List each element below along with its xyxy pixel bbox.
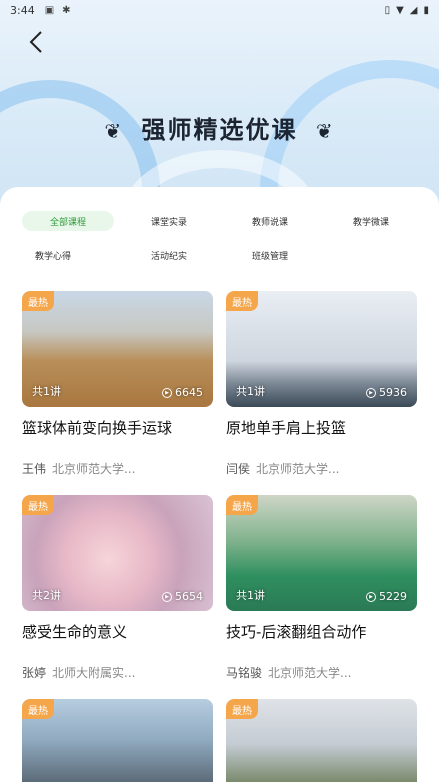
view-count: ▶ 5229	[366, 590, 407, 603]
teacher-info: 王伟 北京师范大学...	[22, 462, 136, 476]
laurel-right-icon: ❦	[315, 119, 335, 143]
tab-all-courses[interactable]: 全部课程	[22, 211, 114, 231]
bug-icon: ✱	[62, 4, 71, 16]
hot-badge: 最热	[22, 291, 54, 311]
course-card[interactable]: 最热 共1讲 ▶ 5936	[226, 291, 417, 407]
play-icon: ▶	[162, 387, 172, 398]
main-content: 全部课程 课堂实录 教师说课 教学微课 教学心得 活动纪实 班级管理	[0, 187, 439, 782]
tab-classroom-record[interactable]: 课堂实录	[123, 211, 215, 231]
back-button[interactable]	[22, 28, 50, 56]
play-icon: ▶	[162, 591, 172, 602]
vibrate-icon: ▯	[384, 4, 391, 16]
lesson-count: 共1讲	[32, 385, 61, 398]
status-time: 3:44	[10, 3, 35, 17]
signal-icon: ◢	[409, 4, 418, 16]
course-title[interactable]: 技巧-后滚翻组合动作	[226, 621, 421, 642]
lesson-count: 共1讲	[236, 385, 265, 398]
course-title[interactable]: 篮球体前变向换手运球	[22, 417, 217, 438]
battery-icon: ▮	[423, 4, 429, 16]
course-card[interactable]: 最热	[22, 699, 213, 782]
play-icon: ▶	[366, 387, 376, 398]
teacher-info: 闫侯 北京师范大学...	[226, 462, 340, 476]
course-card[interactable]: 最热	[226, 699, 417, 782]
tab-teacher-lecture[interactable]: 教师说课	[224, 211, 316, 231]
teacher-info: 张婷 北师大附属实...	[22, 666, 136, 680]
hot-badge: 最热	[226, 699, 258, 719]
wifi-icon: ▼	[396, 4, 404, 16]
tab-teaching-notes[interactable]: 教学心得	[7, 245, 99, 265]
view-count: ▶ 6645	[162, 386, 203, 399]
hot-badge: 最热	[226, 291, 258, 311]
status-bar: 3:44 ▣ ✱ ▯ ▼ ◢ ▮	[0, 0, 439, 20]
tab-activity-record[interactable]: 活动纪实	[123, 245, 215, 265]
hot-badge: 最热	[226, 495, 258, 515]
laurel-left-icon: ❦	[104, 119, 124, 143]
course-card[interactable]: 最热 共1讲 ▶ 5229	[226, 495, 417, 611]
teacher-info: 马铭骏 北京师范大学...	[226, 666, 352, 680]
hero-banner: 3:44 ▣ ✱ ▯ ▼ ◢ ▮ ❦ 强师精选优课 ❦	[0, 0, 439, 215]
page-title: 强师精选优课	[141, 116, 298, 144]
page-title-row: ❦ 强师精选优课 ❦	[0, 110, 439, 145]
course-title[interactable]: 感受生命的意义	[22, 621, 217, 642]
hot-badge: 最热	[22, 495, 54, 515]
tab-micro-lesson[interactable]: 教学微课	[325, 211, 417, 231]
play-icon: ▶	[366, 591, 376, 602]
tab-class-management[interactable]: 班级管理	[224, 245, 316, 265]
back-arrow-icon	[29, 31, 42, 53]
hot-badge: 最热	[22, 699, 54, 719]
lesson-count: 共1讲	[236, 589, 265, 602]
view-count: ▶ 5936	[366, 386, 407, 399]
course-title[interactable]: 原地单手肩上投篮	[226, 417, 421, 438]
notification-a-icon: ▣	[44, 4, 55, 16]
course-card[interactable]: 最热 共1讲 ▶ 6645	[22, 291, 213, 407]
view-count: ▶ 5654	[162, 590, 203, 603]
lesson-count: 共2讲	[32, 589, 61, 602]
course-card[interactable]: 最热 共2讲 ▶ 5654	[22, 495, 213, 611]
